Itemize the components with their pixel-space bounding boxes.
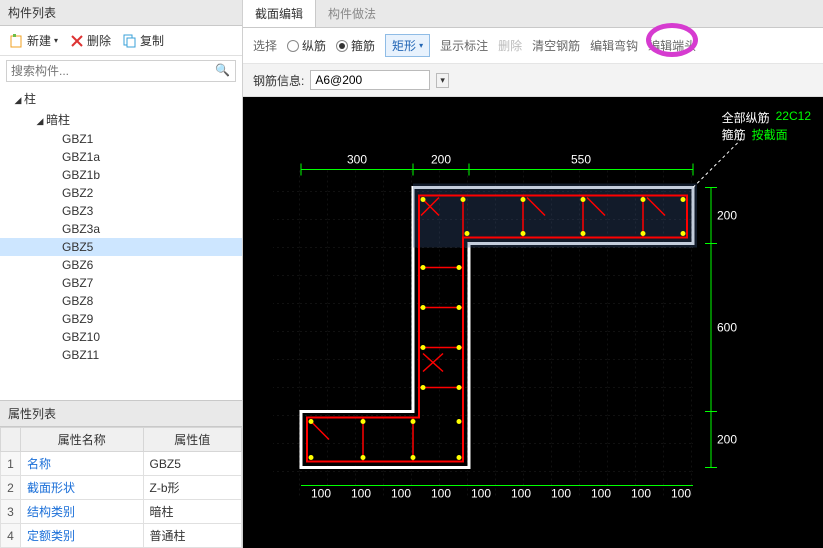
tree-root[interactable]: ◢柱 [0,88,242,109]
svg-text:100: 100 [551,487,571,501]
prop-row[interactable]: 1名称GBZ5 [1,452,242,476]
svg-text:200: 200 [431,153,451,167]
component-toolbar: 新建 ▾ 删除 复制 [0,26,242,56]
caret-down-icon: ▾ [54,36,58,45]
svg-text:100: 100 [391,487,411,501]
svg-text:100: 100 [671,487,691,501]
copy-icon [123,34,137,48]
svg-text:100: 100 [351,487,371,501]
svg-text:200: 200 [717,209,737,223]
editor-toolbar: 选择 纵筋 箍筋 矩形 ▾ 显示标注 删除 清空钢筋 编辑弯钩 编辑端头 [243,28,823,64]
svg-text:200: 200 [717,433,737,447]
legend: 全部纵筋22C12 箍筋按截面 [722,109,811,143]
col-name: 属性名称 [21,428,144,452]
rebar-info-input[interactable] [310,70,430,90]
tree-item[interactable]: GBZ3a [0,220,242,238]
delete-icon [70,34,84,48]
tree-item[interactable]: GBZ6 [0,256,242,274]
component-list-header: 构件列表 [0,0,242,26]
tree-item[interactable]: GBZ2 [0,184,242,202]
tree-item[interactable]: GBZ8 [0,292,242,310]
select-tool[interactable]: 选择 [253,37,277,54]
search-icon[interactable]: 🔍 [215,63,230,77]
search-wrap: 🔍 [0,56,242,86]
radio-stirrup[interactable]: 箍筋 [336,37,375,54]
svg-text:100: 100 [631,487,651,501]
radio-icon [287,40,299,52]
section-svg: 300 200 550 200 600 200 100 100 100 100 100 1… [243,97,823,548]
tree-item[interactable]: GBZ11 [0,346,242,364]
delete-label: 删除 [87,32,111,49]
edit-end[interactable]: 编辑端头 [648,37,696,54]
delete-button[interactable]: 删除 [66,30,115,51]
delete-tool[interactable]: 删除 [498,37,522,54]
tree-item[interactable]: GBZ5 [0,238,242,256]
shape-dropdown[interactable]: 矩形 ▾ [385,34,430,57]
new-icon [10,34,24,48]
tree-item[interactable]: GBZ10 [0,328,242,346]
rebar-info-dropdown[interactable]: ▾ [436,73,449,88]
svg-text:300: 300 [347,153,367,167]
props-table: 属性名称 属性值 1名称GBZ52截面形状Z-b形3结构类别暗柱4定额类别普通柱 [0,427,242,548]
rebar-info-bar: 钢筋信息: ▾ [243,64,823,97]
svg-text:100: 100 [431,487,451,501]
edit-hook[interactable]: 编辑弯钩 [590,37,638,54]
tab-section-edit[interactable]: 截面编辑 [243,0,316,27]
col-val: 属性值 [143,428,241,452]
prop-row[interactable]: 3结构类别暗柱 [1,500,242,524]
prop-row[interactable]: 4定额类别普通柱 [1,524,242,548]
copy-button[interactable]: 复制 [119,30,168,51]
new-label: 新建 [27,32,51,49]
tree-item[interactable]: GBZ1a [0,148,242,166]
shape-label: 矩形 [392,37,416,54]
svg-text:100: 100 [311,487,331,501]
radio-longitudinal-label: 纵筋 [302,37,326,54]
radio-stirrup-label: 箍筋 [351,37,375,54]
radio-longitudinal[interactable]: 纵筋 [287,37,326,54]
svg-text:600: 600 [717,321,737,335]
tree-item[interactable]: GBZ7 [0,274,242,292]
tree-item[interactable]: GBZ3 [0,202,242,220]
component-tree: ◢柱◢暗柱GBZ1GBZ1aGBZ1bGBZ2GBZ3GBZ3aGBZ5GBZ6… [0,86,242,400]
clear-rebar[interactable]: 清空钢筋 [532,37,580,54]
show-annotation[interactable]: 显示标注 [440,37,488,54]
svg-text:100: 100 [511,487,531,501]
tree-sub[interactable]: ◢暗柱 [0,109,242,130]
radio-icon [336,40,348,52]
tree-item[interactable]: GBZ9 [0,310,242,328]
tree-item[interactable]: GBZ1 [0,130,242,148]
search-input[interactable] [6,60,236,82]
tree-item[interactable]: GBZ1b [0,166,242,184]
tab-component-method[interactable]: 构件做法 [316,0,388,27]
prop-row[interactable]: 2截面形状Z-b形 [1,476,242,500]
section-canvas[interactable]: 全部纵筋22C12 箍筋按截面 [243,97,823,548]
rebar-info-label: 钢筋信息: [253,72,304,89]
new-button[interactable]: 新建 ▾ [6,30,62,51]
right-tabs: 截面编辑 构件做法 [243,0,823,28]
copy-label: 复制 [140,32,164,49]
svg-text:550: 550 [571,153,591,167]
caret-down-icon: ▾ [419,41,423,50]
svg-text:100: 100 [591,487,611,501]
props-header: 属性列表 [0,401,242,427]
svg-text:100: 100 [471,487,491,501]
